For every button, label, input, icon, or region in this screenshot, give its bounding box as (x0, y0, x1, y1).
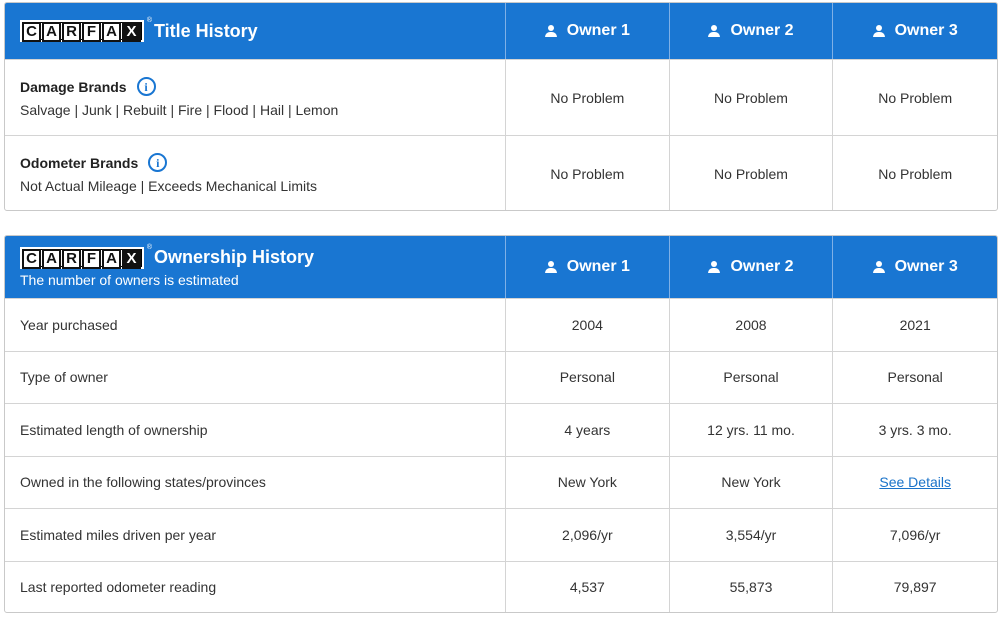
row-label: Type of owner (20, 369, 108, 386)
carfax-logo: CARFAX ® (20, 244, 154, 269)
table-cell: No Problem (505, 60, 669, 135)
ownership-history-heading-cell: CARFAX ® Ownership History The number of… (5, 236, 505, 298)
damage-brands-detail: Salvage | Junk | Rebuilt | Fire | Flood … (20, 102, 339, 118)
owner-1-header: Owner 1 (505, 236, 669, 298)
table-cell: No Problem (832, 136, 997, 210)
see-details-link[interactable]: See Details (879, 474, 951, 490)
person-icon (872, 25, 885, 37)
table-cell: Personal (832, 351, 997, 403)
table-cell: See Details (832, 456, 997, 508)
owner-3-header: Owner 3 (832, 236, 997, 298)
table-cell: 7,096/yr (832, 509, 997, 561)
owner-2-header: Owner 2 (668, 236, 833, 298)
table-cell: 2,096/yr (505, 509, 669, 561)
row-label: Owned in the following states/provinces (20, 474, 266, 491)
table-cell: No Problem (505, 136, 669, 210)
odometer-brands-label: Odometer Brands (20, 154, 139, 171)
title-history-card: CARFAX ® Title History Owner 1 Owner 2 O… (4, 2, 998, 211)
table-row: Type of owner Personal Personal Personal (5, 350, 997, 403)
table-cell: 2004 (505, 299, 669, 351)
table-cell: 4,537 (505, 561, 669, 612)
table-cell: 3 yrs. 3 mo. (832, 404, 997, 456)
table-row: Estimated length of ownership 4 years 12… (5, 403, 997, 456)
section-subtitle: The number of owners is estimated (20, 271, 239, 288)
table-cell: No Problem (668, 60, 833, 135)
title-history-header: CARFAX ® Title History Owner 1 Owner 2 O… (5, 3, 997, 59)
row-label: Year purchased (20, 316, 118, 333)
odometer-brands-detail: Not Actual Mileage | Exceeds Mechanical … (20, 178, 317, 194)
table-row: Estimated miles driven per year 2,096/yr… (5, 508, 997, 561)
carfax-logo: CARFAX ® (20, 17, 154, 42)
ownership-history-card: CARFAX ® Ownership History The number of… (4, 235, 998, 613)
person-icon (708, 25, 721, 37)
table-cell: 3,554/yr (668, 509, 833, 561)
table-row: Owned in the following states/provinces … (5, 455, 997, 508)
damage-brands-row: Damage Brands i Salvage | Junk | Rebuilt … (5, 59, 997, 135)
info-icon[interactable]: i (136, 77, 156, 96)
person-icon (872, 261, 885, 273)
person-icon (544, 261, 557, 273)
row-label: Estimated miles driven per year (20, 526, 217, 543)
table-row: Year purchased 2004 2008 2021 (5, 298, 997, 351)
owner-2-header: Owner 2 (668, 3, 833, 59)
owner-3-header: Owner 3 (832, 3, 997, 59)
person-icon (708, 261, 721, 273)
title-history-heading-cell: CARFAX ® Title History (5, 3, 505, 59)
table-cell: 55,873 (668, 561, 833, 612)
table-cell: 12 yrs. 11 mo. (668, 404, 833, 456)
table-cell: 4 years (505, 404, 669, 456)
table-cell: 79,897 (832, 561, 997, 612)
table-cell: 2021 (832, 299, 997, 351)
person-icon (544, 25, 557, 37)
section-title: Ownership History (154, 247, 315, 267)
owner-1-header: Owner 1 (505, 3, 669, 59)
table-cell: No Problem (832, 60, 997, 135)
odometer-brands-row: Odometer Brands i Not Actual Mileage | Ex… (5, 135, 997, 210)
table-cell: 2008 (668, 299, 833, 351)
row-label: Last reported odometer reading (20, 579, 217, 596)
ownership-history-header: CARFAX ® Ownership History The number of… (5, 236, 997, 298)
table-cell: Personal (505, 351, 669, 403)
section-title: Title History (154, 20, 258, 41)
table-cell: No Problem (668, 136, 833, 210)
damage-brands-label: Damage Brands (20, 78, 127, 95)
row-label: Estimated length of ownership (20, 421, 208, 438)
info-icon[interactable]: i (148, 153, 168, 172)
table-cell: New York (505, 456, 669, 508)
table-cell: New York (668, 456, 833, 508)
table-cell: Personal (668, 351, 833, 403)
table-row: Last reported odometer reading 4,537 55,… (5, 560, 997, 612)
